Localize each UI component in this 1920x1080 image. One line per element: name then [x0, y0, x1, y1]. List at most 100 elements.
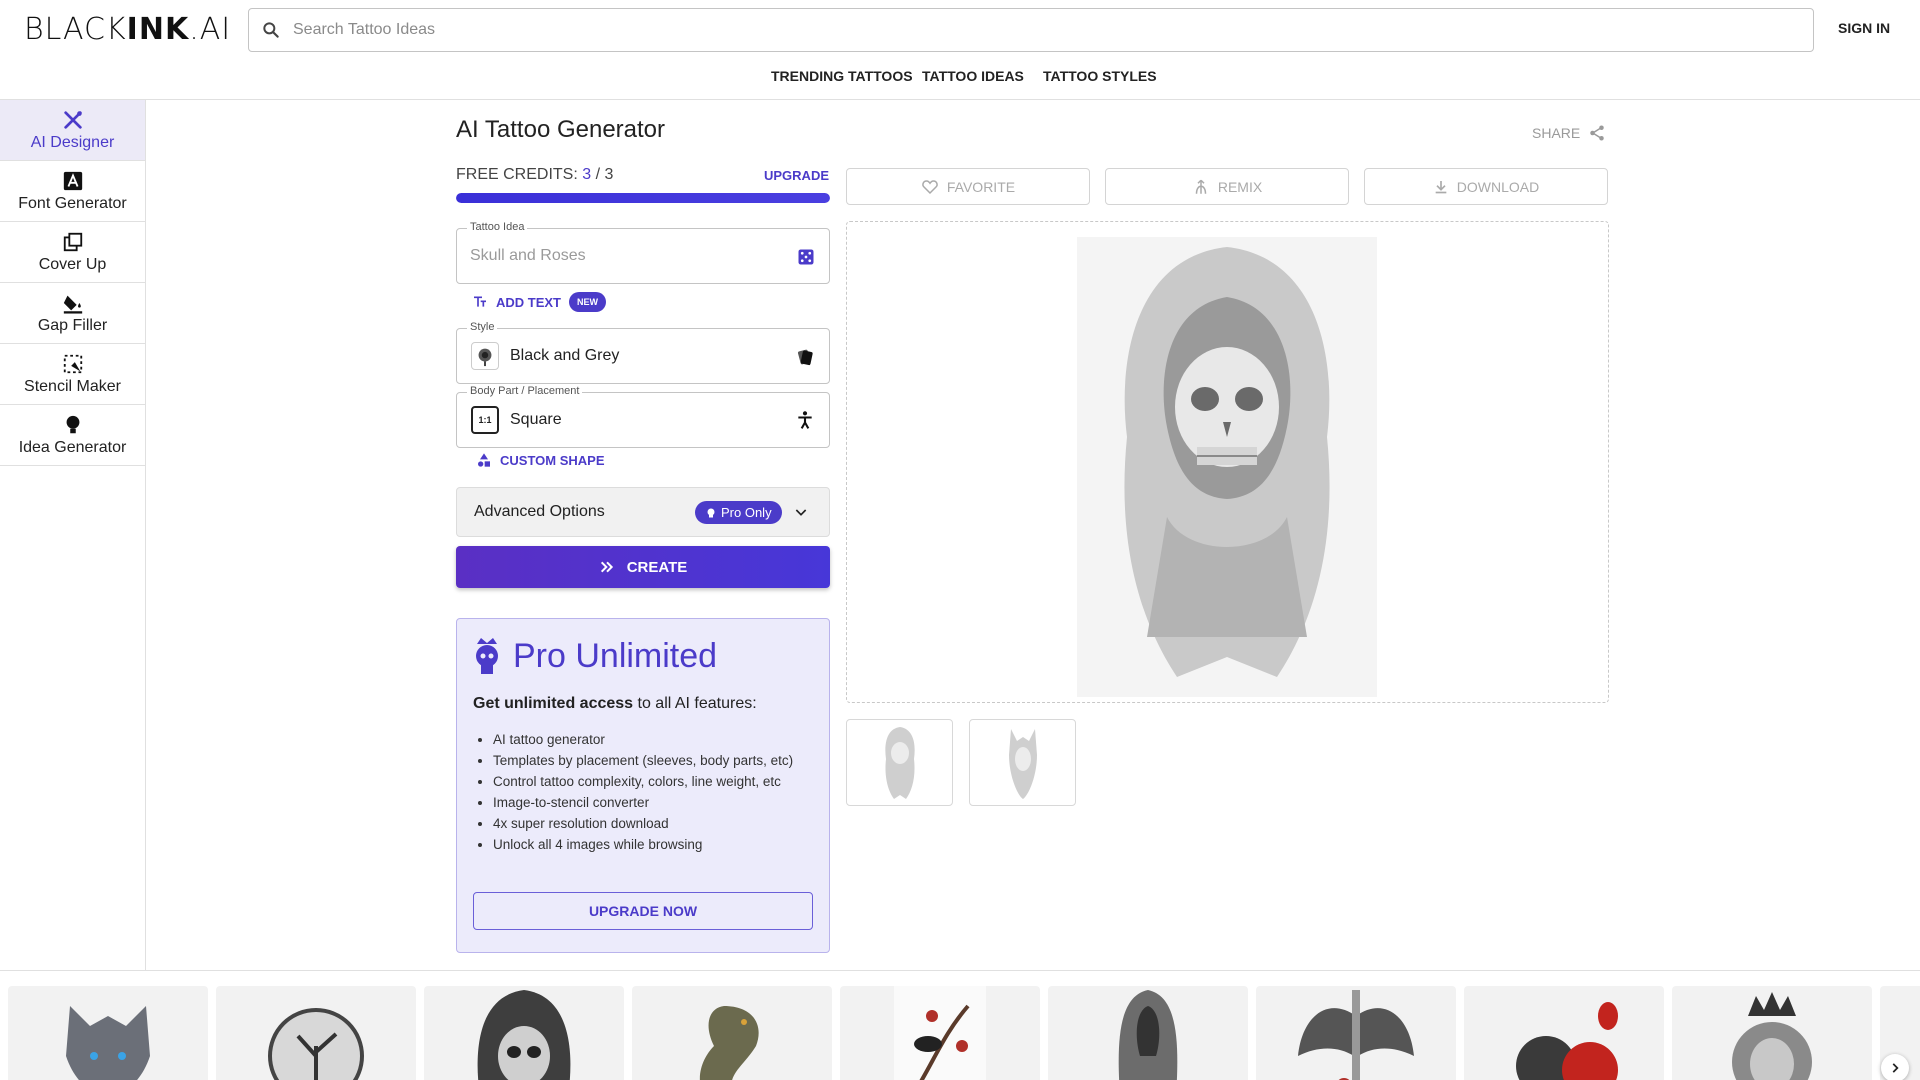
remix-button[interactable]: REMIX — [1105, 168, 1349, 205]
gallery-item-crowned-lion[interactable] — [1672, 986, 1872, 1080]
nav-tattoo-styles[interactable]: TATTOO STYLES — [1043, 68, 1157, 84]
search-input[interactable] — [293, 21, 1813, 39]
body-figure-icon[interactable] — [795, 410, 815, 435]
thumbnail-skull[interactable] — [846, 719, 953, 806]
download-label: DOWNLOAD — [1456, 178, 1540, 195]
hooded-figure-tattoo-image — [1080, 986, 1216, 1080]
pro-card-desc-rest: to all AI features: — [633, 695, 757, 712]
download-button[interactable]: DOWNLOAD — [1364, 168, 1608, 205]
sidebar-item-label: Font Generator — [18, 194, 127, 212]
credits-separator: / — [591, 166, 605, 183]
sidebar-item-idea-generator[interactable]: Idea Generator — [0, 405, 145, 466]
sidebar: AI Designer Font Generator Cover Up Gap … — [0, 100, 146, 970]
nav-trending-tattoos[interactable]: TRENDING TATTOOS — [771, 68, 913, 84]
create-label: CREATE — [626, 558, 688, 576]
create-button[interactable]: CREATE — [456, 546, 830, 588]
tattoo-gallery — [0, 970, 1920, 1080]
logo-bold-text: INK — [126, 12, 190, 47]
lightbulb-icon — [66, 415, 79, 433]
sidebar-item-font-generator[interactable]: Font Generator — [0, 161, 145, 222]
sidebar-item-label: Stencil Maker — [24, 377, 121, 395]
list-item: AI tattoo generator — [493, 729, 823, 750]
stencil-icon — [63, 354, 82, 373]
rose-thumbnail-icon — [471, 342, 499, 370]
sidebar-item-label: Gap Filler — [37, 316, 108, 334]
gallery-item-raven[interactable] — [840, 986, 1040, 1080]
search-bar[interactable] — [248, 8, 1814, 52]
credits-progress-bar — [456, 193, 830, 203]
share-button[interactable]: SHARE — [1532, 124, 1606, 142]
remix-icon — [1195, 179, 1207, 194]
list-item: 4x super resolution download — [493, 813, 823, 834]
sidebar-item-gap-filler[interactable]: Gap Filler — [0, 283, 145, 344]
pro-unlimited-card: Pro Unlimited Get unlimited access to al… — [456, 618, 830, 953]
pro-card-desc-bold: Get unlimited access — [473, 695, 634, 712]
variation-thumbnails — [846, 719, 1076, 806]
pro-only-label: Pro Only — [721, 505, 772, 520]
pro-card-title: Pro Unlimited — [513, 637, 718, 675]
share-icon — [1590, 125, 1604, 141]
credits-total: 3 — [604, 166, 614, 183]
chevron-down-icon[interactable] — [793, 504, 809, 525]
hooded-skull-image — [1077, 237, 1377, 697]
advanced-options[interactable]: Advanced Options Pro Only — [456, 487, 830, 537]
gallery-item-hooded-figure[interactable] — [1048, 986, 1248, 1080]
sidebar-item-label: AI Designer — [30, 133, 115, 151]
favorite-button[interactable]: FAVORITE — [846, 168, 1090, 205]
sign-in-link[interactable]: SIGN IN — [1838, 20, 1890, 36]
dice-icon[interactable] — [797, 248, 815, 271]
nav-tattoo-ideas[interactable]: TATTOO IDEAS — [922, 68, 1024, 84]
tattoo-idea-legend: Tattoo Idea — [467, 221, 528, 233]
free-credits: FREE CREDITS: 3 / 3 — [456, 166, 613, 184]
ai-designer-icon — [63, 110, 82, 129]
tattoo-idea-input[interactable]: Skull and Roses — [470, 247, 586, 265]
sidebar-item-cover-up[interactable]: Cover Up — [0, 222, 145, 283]
gallery-next-button[interactable] — [1881, 1054, 1909, 1080]
chevron-right-icon — [1892, 1063, 1899, 1073]
gallery-item-dragon[interactable] — [632, 986, 832, 1080]
search-icon — [249, 20, 293, 40]
advanced-options-label: Advanced Options — [474, 503, 605, 520]
gallery-item-winged-sword[interactable] — [1256, 986, 1456, 1080]
crowned-lion-tattoo-image — [1704, 986, 1840, 1080]
heart-icon — [922, 179, 938, 194]
cover-up-icon — [63, 232, 82, 251]
new-badge: NEW — [569, 292, 606, 312]
page-title: AI Tattoo Generator — [456, 116, 666, 143]
list-item: Templates by placement (sleeves, body pa… — [493, 750, 823, 771]
gallery-item-wolf[interactable] — [8, 986, 208, 1080]
pro-card-description: Get unlimited access to all AI features: — [473, 695, 757, 713]
tattoo-idea-field[interactable]: Tattoo Idea Skull and Roses — [456, 221, 830, 284]
download-icon — [1435, 180, 1447, 193]
gallery-item-clock-tree[interactable] — [216, 986, 416, 1080]
placement-field[interactable]: Body Part / Placement 1:1 Square — [456, 385, 830, 448]
list-item: Unlock all 4 images while browsing — [493, 834, 823, 855]
sidebar-item-stencil-maker[interactable]: Stencil Maker — [0, 344, 145, 405]
custom-shape-label: CUSTOM SHAPE — [500, 452, 605, 468]
style-cards-icon[interactable] — [795, 347, 815, 372]
style-legend: Style — [467, 321, 498, 333]
share-label: SHARE — [1532, 125, 1581, 141]
add-text-button[interactable]: ADD TEXT NEW — [472, 292, 606, 312]
placement-legend: Body Part / Placement — [467, 385, 583, 397]
raven-cherry-blossom-tattoo-image — [872, 986, 1008, 1080]
credits-label: FREE CREDITS: — [456, 166, 578, 183]
custom-shape-button[interactable]: CUSTOM SHAPE — [476, 452, 605, 468]
clock-tree-tattoo-image — [248, 986, 384, 1080]
upgrade-now-button[interactable]: UPGRADE NOW — [473, 892, 813, 930]
upgrade-link[interactable]: UPGRADE — [764, 168, 829, 183]
sidebar-item-ai-designer[interactable]: AI Designer — [0, 100, 145, 161]
paint-bucket-icon — [63, 295, 82, 314]
double-chevron-icon — [600, 561, 613, 573]
gallery-item-rose[interactable] — [1464, 986, 1664, 1080]
thumbnail-wolf[interactable] — [969, 719, 1076, 806]
sidebar-item-label: Cover Up — [38, 255, 107, 273]
credits-used: 3 — [582, 166, 592, 183]
remix-label: REMIX — [1217, 178, 1263, 195]
credits-progress-fill — [456, 193, 830, 203]
logo[interactable]: BLACKINK.AI — [24, 12, 231, 47]
gallery-item-hooded-skull[interactable] — [424, 986, 624, 1080]
shapes-icon — [478, 453, 490, 467]
placement-value: Square — [510, 411, 562, 428]
style-field[interactable]: Style Black and Grey — [456, 321, 830, 384]
